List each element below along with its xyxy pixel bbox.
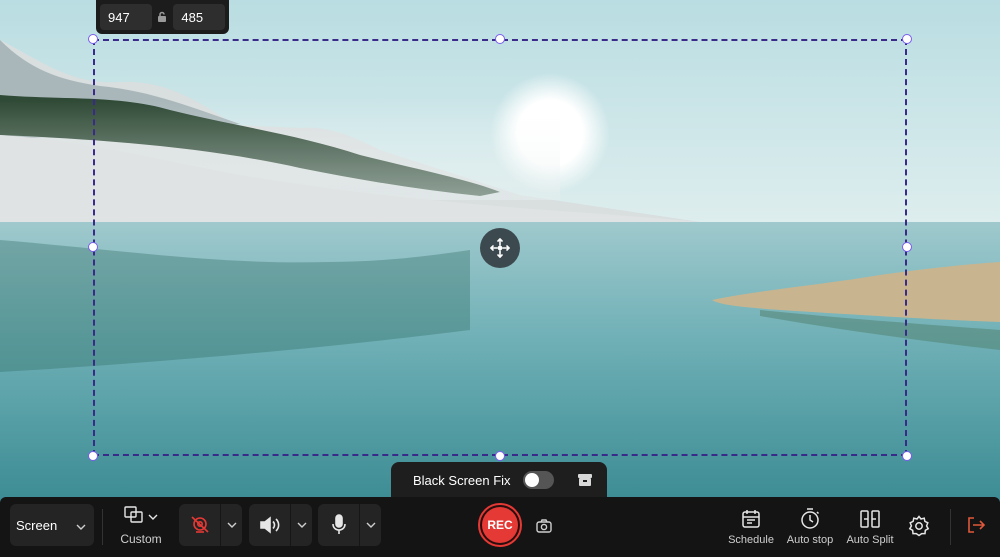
- region-button[interactable]: Custom: [116, 503, 166, 551]
- chevron-down-icon[interactable]: [359, 504, 381, 546]
- lock-icon[interactable]: [156, 4, 170, 30]
- height-input[interactable]: 485: [173, 4, 225, 30]
- chevron-down-icon[interactable]: [220, 504, 242, 546]
- camera-icon[interactable]: [535, 517, 553, 535]
- chevron-down-icon: [76, 518, 86, 533]
- auto-split-button[interactable]: Auto Split: [845, 507, 895, 546]
- webcam-control: [179, 504, 242, 546]
- record-button[interactable]: REC: [478, 503, 522, 547]
- exit-icon[interactable]: [966, 515, 986, 540]
- auto-split-label: Auto Split: [846, 534, 894, 546]
- microphone-icon[interactable]: [318, 504, 359, 546]
- resize-handle-right[interactable]: [902, 242, 912, 252]
- resize-handle-bottom-left[interactable]: [88, 451, 98, 461]
- selection-size-panel: 947 485: [96, 0, 229, 34]
- region-icon: [124, 505, 144, 527]
- resize-handle-bottom-right[interactable]: [902, 451, 912, 461]
- resize-handle-top-right[interactable]: [902, 34, 912, 44]
- timer-icon: [800, 507, 820, 531]
- webcam-off-icon[interactable]: [179, 504, 220, 546]
- divider: [950, 509, 951, 545]
- auto-stop-label: Auto stop: [786, 534, 834, 546]
- resize-handle-top[interactable]: [495, 34, 505, 44]
- resize-handle-top-left[interactable]: [88, 34, 98, 44]
- speaker-icon[interactable]: [249, 504, 290, 546]
- chevron-down-icon[interactable]: [290, 504, 312, 546]
- divider: [102, 509, 103, 545]
- schedule-label: Schedule: [728, 534, 774, 546]
- resize-handle-left[interactable]: [88, 242, 98, 252]
- resize-handle-bottom[interactable]: [495, 451, 505, 461]
- record-label: REC: [482, 507, 518, 543]
- chevron-down-icon: [148, 509, 158, 523]
- region-label: Custom: [120, 532, 162, 546]
- source-select[interactable]: Screen: [10, 504, 94, 546]
- gear-icon[interactable]: [908, 515, 930, 542]
- schedule-button[interactable]: Schedule: [727, 507, 775, 546]
- calendar-icon: [741, 507, 761, 531]
- microphone-control: [318, 504, 381, 546]
- black-screen-fix-toggle[interactable]: [522, 471, 554, 489]
- source-select-value: Screen: [16, 517, 58, 533]
- archive-icon[interactable]: [577, 473, 593, 487]
- split-icon: [859, 507, 881, 531]
- black-screen-fix-label: Black Screen Fix: [413, 472, 511, 488]
- move-icon[interactable]: [480, 228, 520, 268]
- speaker-control: [249, 504, 312, 546]
- black-screen-fix-bar: Black Screen Fix: [391, 462, 607, 498]
- width-input[interactable]: 947: [100, 4, 152, 30]
- recorder-toolbar: Screen Custom REC Schedule Auto stop Aut…: [0, 497, 1000, 557]
- auto-stop-button[interactable]: Auto stop: [786, 507, 834, 546]
